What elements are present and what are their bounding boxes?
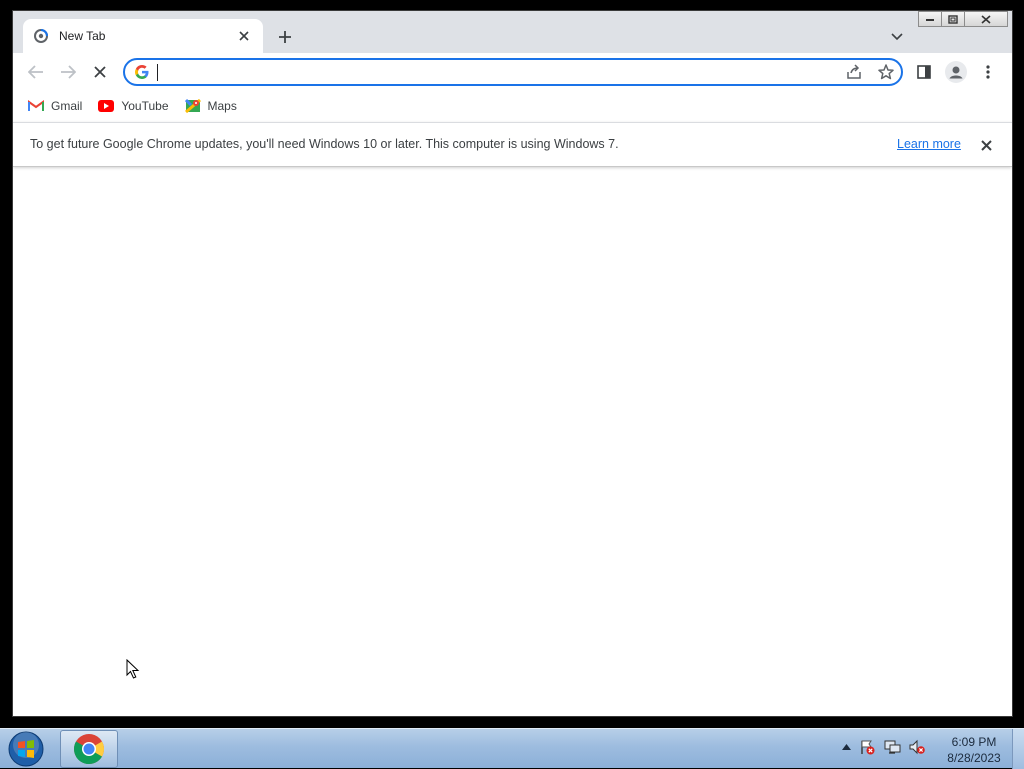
gmail-icon bbox=[28, 100, 44, 111]
network-icon[interactable] bbox=[883, 739, 901, 755]
taskbar-clock[interactable]: 6:09 PM 8/28/2023 bbox=[942, 734, 1006, 766]
tab-search-chevron-icon[interactable] bbox=[885, 25, 909, 49]
bookmark-youtube[interactable]: YouTube bbox=[98, 99, 169, 113]
tab-new-tab[interactable]: New Tab bbox=[23, 19, 263, 53]
toolbar bbox=[13, 53, 1012, 91]
taskbar-chrome-button[interactable] bbox=[60, 730, 118, 768]
mouse-cursor-icon bbox=[126, 658, 140, 684]
tab-strip: New Tab bbox=[13, 11, 1012, 53]
profile-avatar[interactable] bbox=[943, 59, 969, 85]
bookmark-label: Maps bbox=[207, 99, 237, 113]
action-center-flag-icon[interactable] bbox=[859, 739, 875, 755]
bookmark-maps[interactable]: Maps bbox=[184, 98, 237, 114]
window-controls bbox=[918, 11, 1008, 27]
youtube-icon bbox=[98, 100, 115, 112]
back-button[interactable] bbox=[23, 59, 49, 85]
show-hidden-icons-icon[interactable] bbox=[842, 744, 851, 750]
window-close-button[interactable] bbox=[964, 11, 1008, 27]
bookmarks-bar: Gmail YouTube Maps bbox=[13, 91, 1012, 121]
start-button[interactable] bbox=[6, 731, 46, 767]
bookmark-gmail[interactable]: Gmail bbox=[28, 99, 82, 113]
system-tray bbox=[842, 739, 933, 755]
volume-muted-icon[interactable] bbox=[909, 739, 925, 755]
windows-orb-icon bbox=[8, 731, 44, 767]
more-menu-icon[interactable] bbox=[975, 59, 1001, 85]
text-caret bbox=[157, 64, 158, 81]
bookmark-star-icon[interactable] bbox=[877, 63, 895, 86]
minimize-button[interactable] bbox=[918, 11, 942, 27]
chrome-icon bbox=[73, 734, 105, 765]
bookmark-label: YouTube bbox=[121, 99, 169, 113]
address-bar[interactable] bbox=[123, 58, 903, 86]
tab-close-icon[interactable] bbox=[235, 27, 253, 45]
google-g-icon bbox=[134, 64, 150, 80]
loading-spinner-icon bbox=[33, 28, 49, 44]
learn-more-link[interactable]: Learn more bbox=[897, 137, 961, 151]
bookmark-label: Gmail bbox=[51, 99, 83, 113]
share-icon[interactable] bbox=[845, 63, 863, 86]
update-infobar: To get future Google Chrome updates, you… bbox=[13, 122, 1012, 167]
new-tab-button[interactable] bbox=[273, 25, 297, 49]
tab-title: New Tab bbox=[59, 29, 106, 43]
clock-time: 6:09 PM bbox=[951, 735, 997, 749]
infobar-message: To get future Google Chrome updates, you… bbox=[30, 137, 619, 151]
side-panel-button[interactable] bbox=[911, 59, 937, 85]
show-desktop-button[interactable] bbox=[1012, 729, 1024, 769]
forward-button[interactable] bbox=[55, 59, 81, 85]
chrome-window: New Tab Gmail YouTube Maps To get future… bbox=[12, 10, 1013, 717]
clock-date: 8/28/2023 bbox=[947, 751, 1001, 765]
stop-loading-button[interactable] bbox=[87, 59, 113, 85]
maps-icon bbox=[184, 98, 201, 114]
omnibox-input[interactable] bbox=[157, 63, 837, 81]
restore-button[interactable] bbox=[941, 11, 965, 27]
taskbar: 6:09 PM 8/28/2023 bbox=[0, 728, 1024, 769]
infobar-close-icon[interactable] bbox=[977, 136, 995, 154]
